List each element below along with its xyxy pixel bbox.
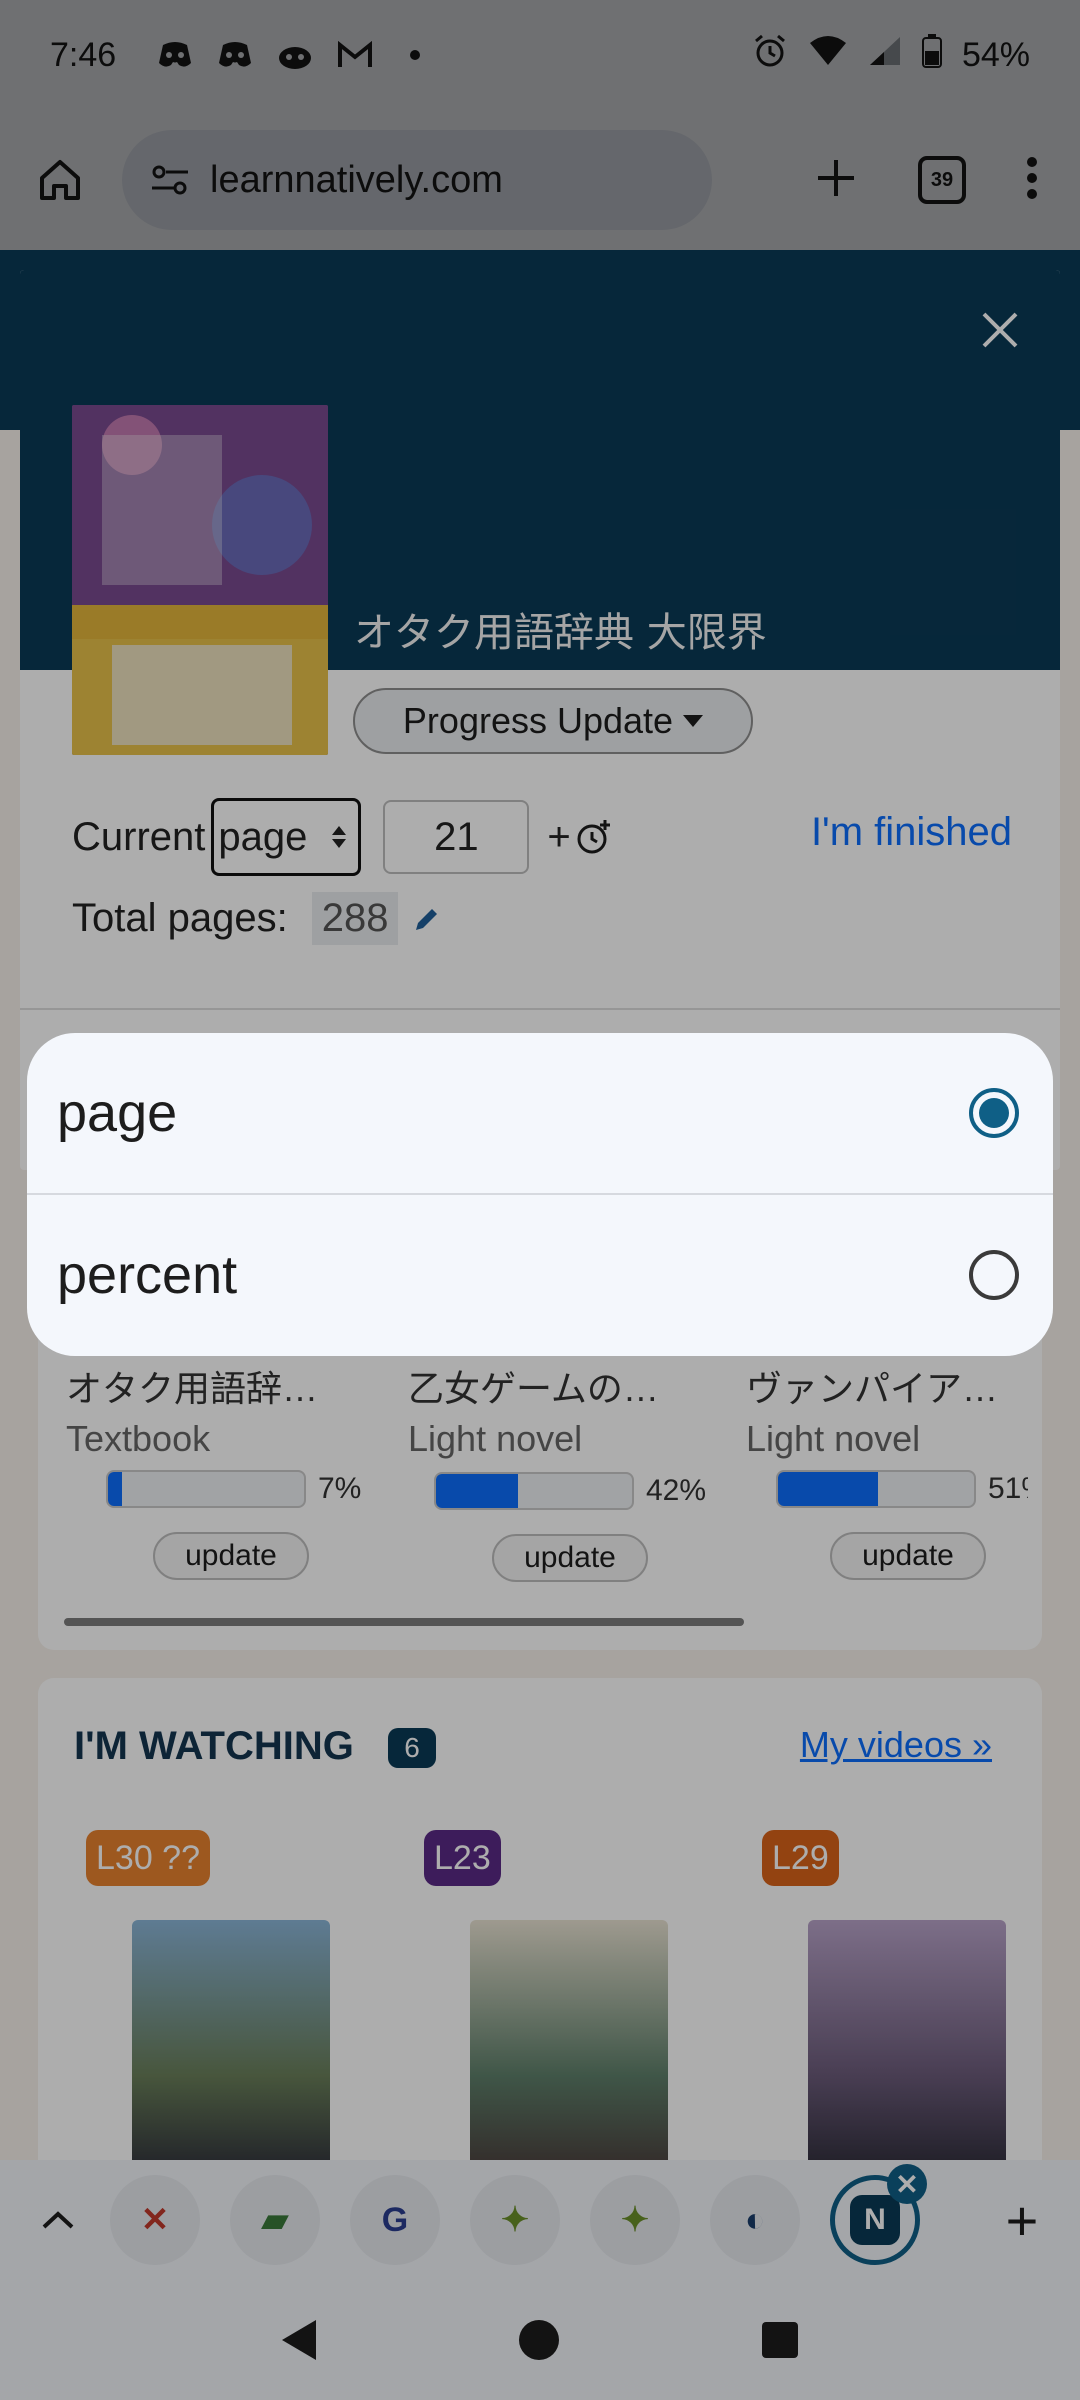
picker-option-percent[interactable]: percent <box>27 1195 1053 1355</box>
picker-option-label: page <box>57 1083 178 1143</box>
bottom-scrim <box>0 2160 1080 2400</box>
picker-option-label: percent <box>57 1245 238 1305</box>
top-scrim <box>0 0 1080 250</box>
radio-unselected-icon[interactable] <box>969 1250 1019 1300</box>
radio-selected-icon[interactable] <box>969 1088 1019 1138</box>
picker-option-page[interactable]: page <box>27 1033 1053 1193</box>
unit-picker-dialog: page percent <box>27 1033 1053 1356</box>
